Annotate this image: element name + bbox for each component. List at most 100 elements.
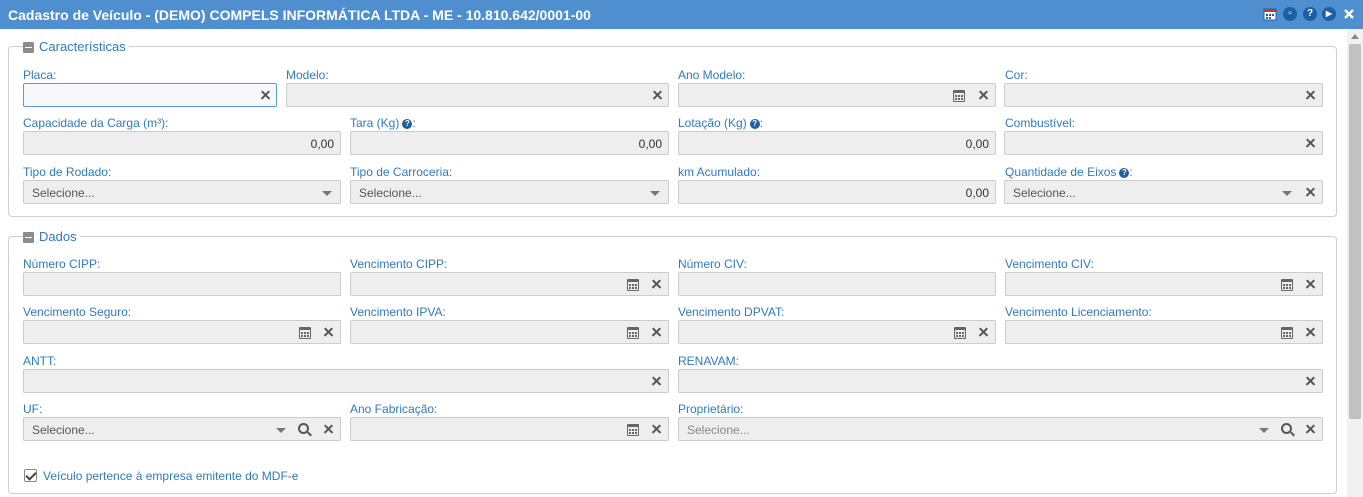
combustivel-label: Combustível: <box>1005 116 1076 130</box>
antt-input[interactable] <box>23 369 669 393</box>
chevron-down-icon[interactable] <box>1282 191 1292 196</box>
calendar-icon[interactable] <box>299 327 311 339</box>
tipo-carroceria-placeholder: Selecione... <box>359 186 422 200</box>
venc-dpvat-input[interactable] <box>678 320 996 344</box>
proprietario-placeholder: Selecione... <box>687 423 750 437</box>
venc-seguro-label: Vencimento Seguro: <box>23 305 132 319</box>
cor-input[interactable] <box>1004 83 1323 107</box>
empresa-emitente-label[interactable]: Veículo pertence à empresa emitente do M… <box>43 469 298 483</box>
venc-ipva-input[interactable] <box>350 320 669 344</box>
clear-icon[interactable] <box>322 326 334 338</box>
calendar-icon[interactable] <box>1263 7 1277 21</box>
legend-caracteristicas-label: Características <box>39 39 126 54</box>
placa-input[interactable] <box>23 83 277 107</box>
clear-icon[interactable] <box>1304 186 1316 198</box>
clear-icon[interactable] <box>650 375 662 387</box>
legend-dados-label: Dados <box>39 229 77 244</box>
ano-modelo-label: Ano Modelo: <box>678 68 746 82</box>
calendar-icon[interactable] <box>1281 279 1293 291</box>
tipo-carroceria-label: Tipo de Carroceria: <box>350 165 453 179</box>
clear-icon[interactable] <box>977 326 989 338</box>
calendar-icon[interactable] <box>1281 327 1293 339</box>
qtd-eixos-label-suffix: : <box>1129 165 1133 179</box>
numero-civ-input[interactable] <box>678 272 996 296</box>
cor-label: Cor: <box>1005 68 1028 82</box>
empresa-emitente-checkbox[interactable] <box>24 469 37 482</box>
venc-civ-label: Vencimento CIV: <box>1005 257 1094 271</box>
ano-fabricacao-label: Ano Fabricação: <box>350 402 438 416</box>
calendar-icon[interactable] <box>627 327 639 339</box>
modelo-input[interactable] <box>286 83 669 107</box>
uf-select[interactable]: Selecione... <box>23 417 341 441</box>
clear-icon[interactable] <box>1304 137 1316 149</box>
lotacao-label-suffix: : <box>759 116 764 130</box>
clear-icon[interactable] <box>977 89 989 101</box>
ano-modelo-input[interactable] <box>678 83 996 107</box>
clear-icon[interactable] <box>259 89 271 101</box>
clear-icon[interactable] <box>650 423 662 435</box>
km-acumulado-input[interactable]: 0,00 <box>678 180 996 204</box>
venc-ipva-label: Vencimento IPVA: <box>350 305 446 319</box>
help-icon[interactable]: ? <box>1303 7 1317 21</box>
collapse-icon[interactable] <box>23 231 34 243</box>
lotacao-label-text: Lotação (Kg) <box>678 116 747 130</box>
close-icon[interactable] <box>1342 7 1356 21</box>
numero-cipp-input[interactable] <box>23 272 341 296</box>
help-icon[interactable]: ? <box>402 119 413 129</box>
help-icon[interactable]: ? <box>749 119 760 129</box>
tara-input[interactable]: 0,00 <box>350 131 669 155</box>
venc-seguro-input[interactable] <box>23 320 341 344</box>
search-icon[interactable] <box>1281 423 1292 434</box>
venc-licenciamento-label: Vencimento Licenciamento: <box>1005 305 1152 319</box>
clear-icon[interactable] <box>650 278 662 290</box>
antt-label: ANTT: <box>23 354 57 368</box>
scrollbar-thumb[interactable] <box>1349 44 1361 419</box>
collapse-icon[interactable] <box>23 41 34 53</box>
combustivel-input[interactable] <box>1004 131 1323 155</box>
chevron-down-icon[interactable] <box>322 191 332 196</box>
clear-icon[interactable] <box>650 326 662 338</box>
chevron-down-icon[interactable] <box>1259 428 1269 433</box>
clear-icon[interactable] <box>1304 423 1316 435</box>
ano-fabricacao-input[interactable] <box>350 417 669 441</box>
numero-cipp-label: Número CIPP: <box>23 257 101 271</box>
clear-icon[interactable] <box>1304 375 1316 387</box>
calendar-icon[interactable] <box>627 279 639 291</box>
capacidade-value: 0,00 <box>310 137 334 151</box>
window-title: Cadastro de Veículo - (DEMO) COMPELS INF… <box>8 7 591 23</box>
tipo-carroceria-select[interactable]: Selecione... <box>350 180 669 204</box>
renavam-input[interactable] <box>678 369 1323 393</box>
clear-icon[interactable] <box>1304 326 1316 338</box>
calendar-icon[interactable] <box>953 90 965 102</box>
restore-icon[interactable]: ▫ <box>1283 7 1297 21</box>
clear-icon[interactable] <box>322 423 334 435</box>
lotacao-input[interactable]: 0,00 <box>678 131 996 155</box>
search-icon[interactable] <box>298 423 309 434</box>
qtd-eixos-placeholder: Selecione... <box>1013 186 1076 200</box>
clear-icon[interactable] <box>1304 278 1316 290</box>
venc-cipp-input[interactable] <box>350 272 669 296</box>
calendar-icon[interactable] <box>954 327 966 339</box>
calendar-icon[interactable] <box>627 424 639 436</box>
play-icon[interactable]: ▶ <box>1322 7 1336 21</box>
venc-licenciamento-input[interactable] <box>1005 320 1323 344</box>
qtd-eixos-label-text: Quantidade de Eixos <box>1005 165 1117 179</box>
legend-dados: Dados <box>23 229 80 245</box>
tara-label-suffix: : <box>412 116 416 130</box>
tipo-rodado-select[interactable]: Selecione... <box>23 180 341 204</box>
capacidade-input[interactable]: 0,00 <box>23 131 341 155</box>
chevron-down-icon[interactable] <box>276 428 286 433</box>
lotacao-value: 0,00 <box>965 137 989 151</box>
proprietario-select[interactable]: Selecione... <box>678 417 1323 441</box>
clear-icon[interactable] <box>1304 89 1316 101</box>
vertical-scrollbar[interactable] <box>1347 29 1363 497</box>
scroll-up-icon[interactable] <box>1351 34 1359 39</box>
uf-label: UF: <box>23 402 43 416</box>
placa-label: Placa: <box>23 68 57 82</box>
clear-icon[interactable] <box>651 89 663 101</box>
help-icon[interactable]: ? <box>1119 168 1130 178</box>
chevron-down-icon[interactable] <box>650 191 660 196</box>
venc-civ-input[interactable] <box>1005 272 1323 296</box>
venc-cipp-label: Vencimento CIPP: <box>350 257 448 271</box>
qtd-eixos-select[interactable]: Selecione... <box>1004 180 1323 204</box>
